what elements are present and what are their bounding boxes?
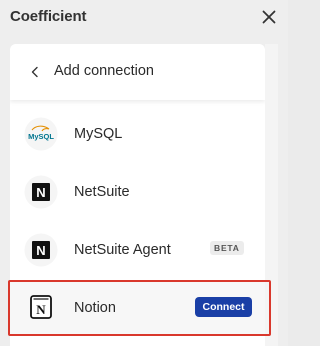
panel-title: Add connection xyxy=(54,63,154,79)
netsuite-logo: N xyxy=(24,175,58,209)
app-header: Coefficient xyxy=(0,0,288,36)
chevron-left-icon[interactable] xyxy=(29,66,41,78)
mysql-logo: MySQL xyxy=(24,117,58,151)
connection-item-mysql[interactable]: MySQL MySQL xyxy=(10,106,265,164)
connection-label: NetSuite xyxy=(74,184,130,200)
scrollbar-track[interactable] xyxy=(265,44,278,346)
mysql-logo-text: MySQL xyxy=(28,132,54,141)
netsuite-logo-text: N xyxy=(36,185,45,200)
netsuite-agent-logo-text: N xyxy=(36,243,45,258)
connection-item-netsuite[interactable]: N NetSuite xyxy=(10,164,265,222)
beta-badge: BETA xyxy=(210,241,244,255)
connect-button[interactable]: Connect xyxy=(195,297,252,317)
netsuite-logo: N xyxy=(24,233,58,267)
notion-logo: N xyxy=(30,295,52,319)
app-title: Coefficient xyxy=(10,8,87,25)
app-window: Coefficient Add connection MySQL MySQL N… xyxy=(0,0,288,346)
close-icon[interactable] xyxy=(262,10,276,24)
connection-label: Notion xyxy=(74,300,116,316)
notion-logo-text: N xyxy=(36,302,46,317)
connection-label: MySQL xyxy=(74,126,123,142)
connection-label: NetSuite Agent xyxy=(74,242,171,258)
panel-header: Add connection xyxy=(10,44,265,100)
